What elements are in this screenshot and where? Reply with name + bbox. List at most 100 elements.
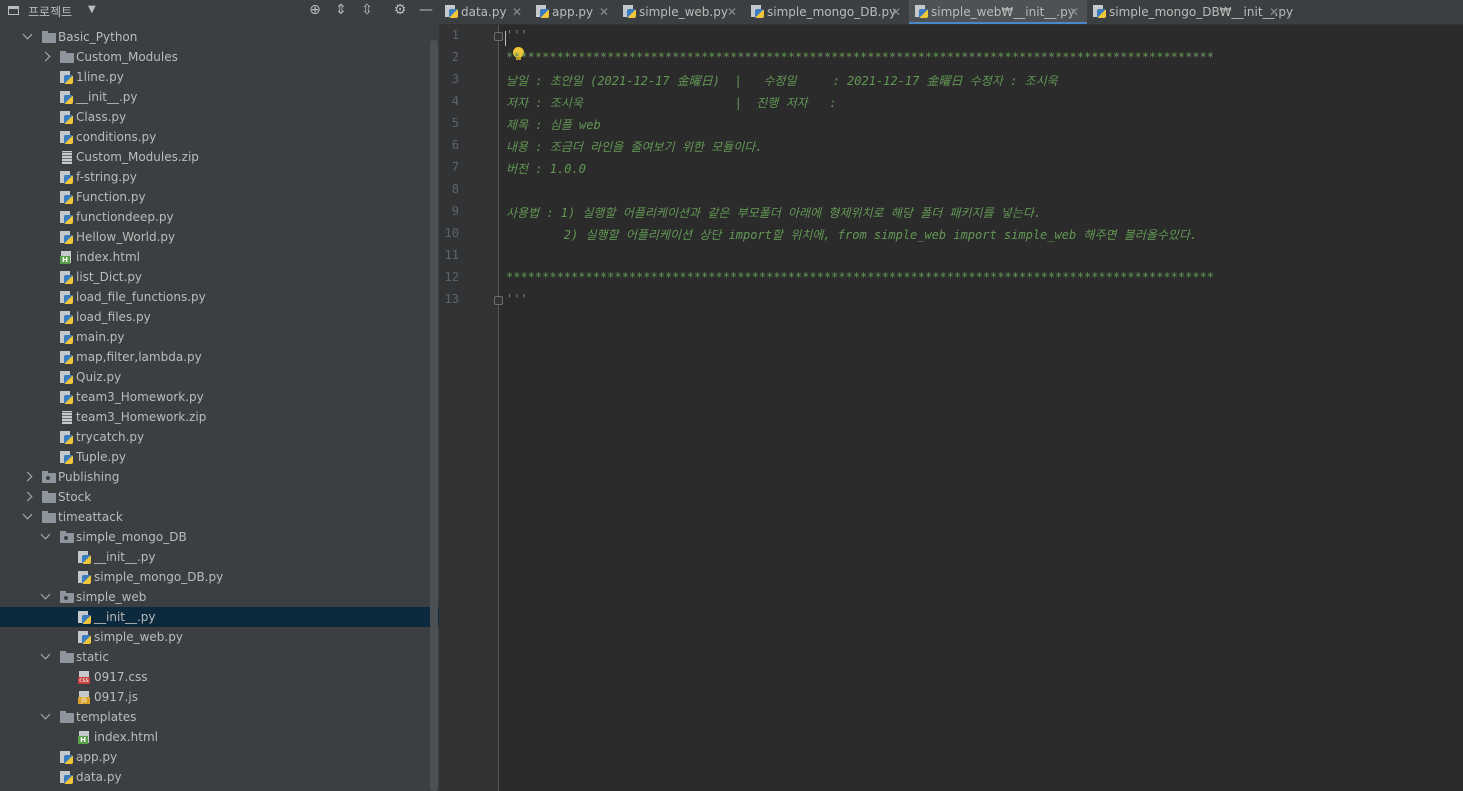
- close-icon[interactable]: ✕: [727, 0, 737, 24]
- tree-folder[interactable]: Custom_Modules: [0, 47, 439, 67]
- tree-file[interactable]: load_file_functions.py: [0, 287, 439, 307]
- tree-file[interactable]: 0917.js: [0, 687, 439, 707]
- tree-file[interactable]: team3_Homework.py: [0, 387, 439, 407]
- tree-file[interactable]: data.py: [0, 767, 439, 787]
- close-icon[interactable]: ✕: [1269, 0, 1279, 24]
- line-number: 13: [444, 292, 459, 306]
- tree-item-label: Tuple.py: [76, 450, 126, 464]
- chevron-down-icon[interactable]: ▼: [88, 4, 96, 15]
- tree-folder[interactable]: Stock: [0, 487, 439, 507]
- chevron-down-icon[interactable]: [40, 529, 51, 540]
- tree-file[interactable]: Function.py: [0, 187, 439, 207]
- editor-tab[interactable]: simple_web.py ✕: [617, 0, 745, 24]
- tree-file[interactable]: trycatch.py: [0, 427, 439, 447]
- code-line[interactable]: ''': [506, 292, 528, 306]
- fold-marker-icon[interactable]: [494, 296, 503, 305]
- tree-file[interactable]: main.py: [0, 327, 439, 347]
- tree-file[interactable]: index.html: [0, 727, 439, 747]
- collapse-all-icon[interactable]: ⇳: [358, 1, 376, 19]
- chevron-down-icon[interactable]: [40, 589, 51, 600]
- code-line[interactable]: ''': [506, 28, 528, 42]
- code-line[interactable]: ****************************************…: [506, 50, 1214, 64]
- close-icon[interactable]: ✕: [891, 0, 901, 24]
- locate-icon[interactable]: ⊕: [306, 1, 324, 19]
- code-line[interactable]: 제목 : 심플 web: [506, 116, 601, 133]
- chevron-down-icon[interactable]: [22, 509, 33, 520]
- fold-marker-icon[interactable]: [494, 32, 503, 41]
- tree-file[interactable]: Class.py: [0, 107, 439, 127]
- editor-tab[interactable]: simple_web₩__init__.py ✕: [909, 0, 1087, 24]
- chevron-right-icon[interactable]: [22, 471, 33, 482]
- chevron-down-icon[interactable]: [40, 709, 51, 720]
- tree-folder[interactable]: Publishing: [0, 467, 439, 487]
- tree-file[interactable]: f-string.py: [0, 167, 439, 187]
- tree-folder[interactable]: simple_mongo_DB: [0, 527, 439, 547]
- tree-file[interactable]: 1line.py: [0, 67, 439, 87]
- hide-icon[interactable]: —: [417, 1, 435, 19]
- chevron-down-icon[interactable]: [22, 29, 33, 40]
- html-file-icon: [60, 251, 74, 264]
- tree-file[interactable]: 0917.css: [0, 667, 439, 687]
- editor-tab[interactable]: app.py ✕: [530, 0, 617, 24]
- tree-file[interactable]: list_Dict.py: [0, 267, 439, 287]
- code-line[interactable]: 날일 : 초안일 (2021-12-17 金曜日) | 수정일 : 2021-1…: [506, 72, 1058, 89]
- chevron-down-icon[interactable]: [40, 649, 51, 660]
- code-line[interactable]: 저자 : 조시욱 | 진행 저자 :: [506, 94, 837, 111]
- chevron-right-icon[interactable]: [40, 51, 51, 62]
- code-line[interactable]: 버전 : 1.0.0: [506, 160, 586, 177]
- tab-label: app.py: [552, 5, 594, 19]
- sidebar-scrollbar[interactable]: [430, 40, 438, 791]
- code-line[interactable]: 내용 : 조금더 라인을 줄여보기 위한 모듈이다.: [506, 138, 763, 155]
- tree-item-label: app.py: [76, 750, 118, 764]
- tree-item-label: conditions.py: [76, 130, 157, 144]
- tree-file[interactable]: map,filter,lambda.py: [0, 347, 439, 367]
- tree-file[interactable]: __init__.py: [0, 547, 439, 567]
- tree-file[interactable]: team3_Homework.zip: [0, 407, 439, 427]
- tree-file[interactable]: __init__.py: [0, 87, 439, 107]
- tree-file[interactable]: Quiz.py: [0, 367, 439, 387]
- folder-icon: [60, 651, 74, 663]
- tree-file[interactable]: app.py: [0, 747, 439, 767]
- tree-file[interactable]: simple_web.py: [0, 627, 439, 647]
- code-line[interactable]: 2) 실행할 어플리케이션 상단 import할 위치에, from simpl…: [506, 226, 1197, 243]
- expand-all-icon[interactable]: ⇕: [332, 1, 350, 19]
- tree-file[interactable]: conditions.py: [0, 127, 439, 147]
- tree-folder[interactable]: timeattack: [0, 507, 439, 527]
- close-icon[interactable]: ✕: [512, 0, 522, 24]
- python-file-icon: [60, 391, 74, 404]
- tree-folder[interactable]: static: [0, 647, 439, 667]
- code-line[interactable]: ****************************************…: [506, 270, 1214, 284]
- editor-tab[interactable]: simple_mongo_DB₩__init__.py ✕: [1087, 0, 1293, 24]
- tree-file[interactable]: Custom_Modules.zip: [0, 147, 439, 167]
- tree-file[interactable]: simple_mongo_DB.py: [0, 567, 439, 587]
- tree-folder[interactable]: simple_web: [0, 587, 439, 607]
- close-icon[interactable]: ✕: [1069, 0, 1079, 24]
- python-file-icon: [60, 191, 74, 204]
- tree-item-label: Custom_Modules: [76, 50, 178, 64]
- tree-folder[interactable]: templates: [0, 707, 439, 727]
- python-file-icon: [60, 771, 74, 784]
- editor-tab[interactable]: simple_mongo_DB.py ✕: [745, 0, 909, 24]
- python-file-icon: [78, 551, 92, 564]
- settings-icon[interactable]: ⚙: [391, 1, 409, 19]
- code-editor[interactable]: 1 2 3 4 5 6 7 8 9 10 11 12 13 ''' *******************…: [439, 25, 1463, 791]
- chevron-right-icon[interactable]: [22, 491, 33, 502]
- project-panel-title[interactable]: 프로젝트: [28, 3, 72, 20]
- editor-tab[interactable]: data.py ✕: [439, 0, 530, 24]
- folder-icon: [42, 511, 56, 523]
- python-file-icon: [60, 131, 74, 144]
- css-file-icon: [78, 671, 92, 684]
- tree-file[interactable]: index.html: [0, 247, 439, 267]
- tree-file[interactable]: functiondeep.py: [0, 207, 439, 227]
- tree-file[interactable]: Tuple.py: [0, 447, 439, 467]
- close-icon[interactable]: ✕: [599, 0, 609, 24]
- line-number: 6: [451, 138, 459, 152]
- tree-item-label: f-string.py: [76, 170, 137, 184]
- tree-item-label: __init__.py: [94, 610, 156, 624]
- line-number: 1: [451, 28, 459, 42]
- tree-folder[interactable]: Basic_Python: [0, 27, 439, 47]
- tree-file[interactable]: __init__.py: [0, 607, 439, 627]
- tree-file[interactable]: Hellow_World.py: [0, 227, 439, 247]
- code-line[interactable]: 사용법 : 1) 실행할 어플리케이션과 같은 부모폴더 아래에 형제위치로 해…: [506, 204, 1041, 221]
- tree-file[interactable]: load_files.py: [0, 307, 439, 327]
